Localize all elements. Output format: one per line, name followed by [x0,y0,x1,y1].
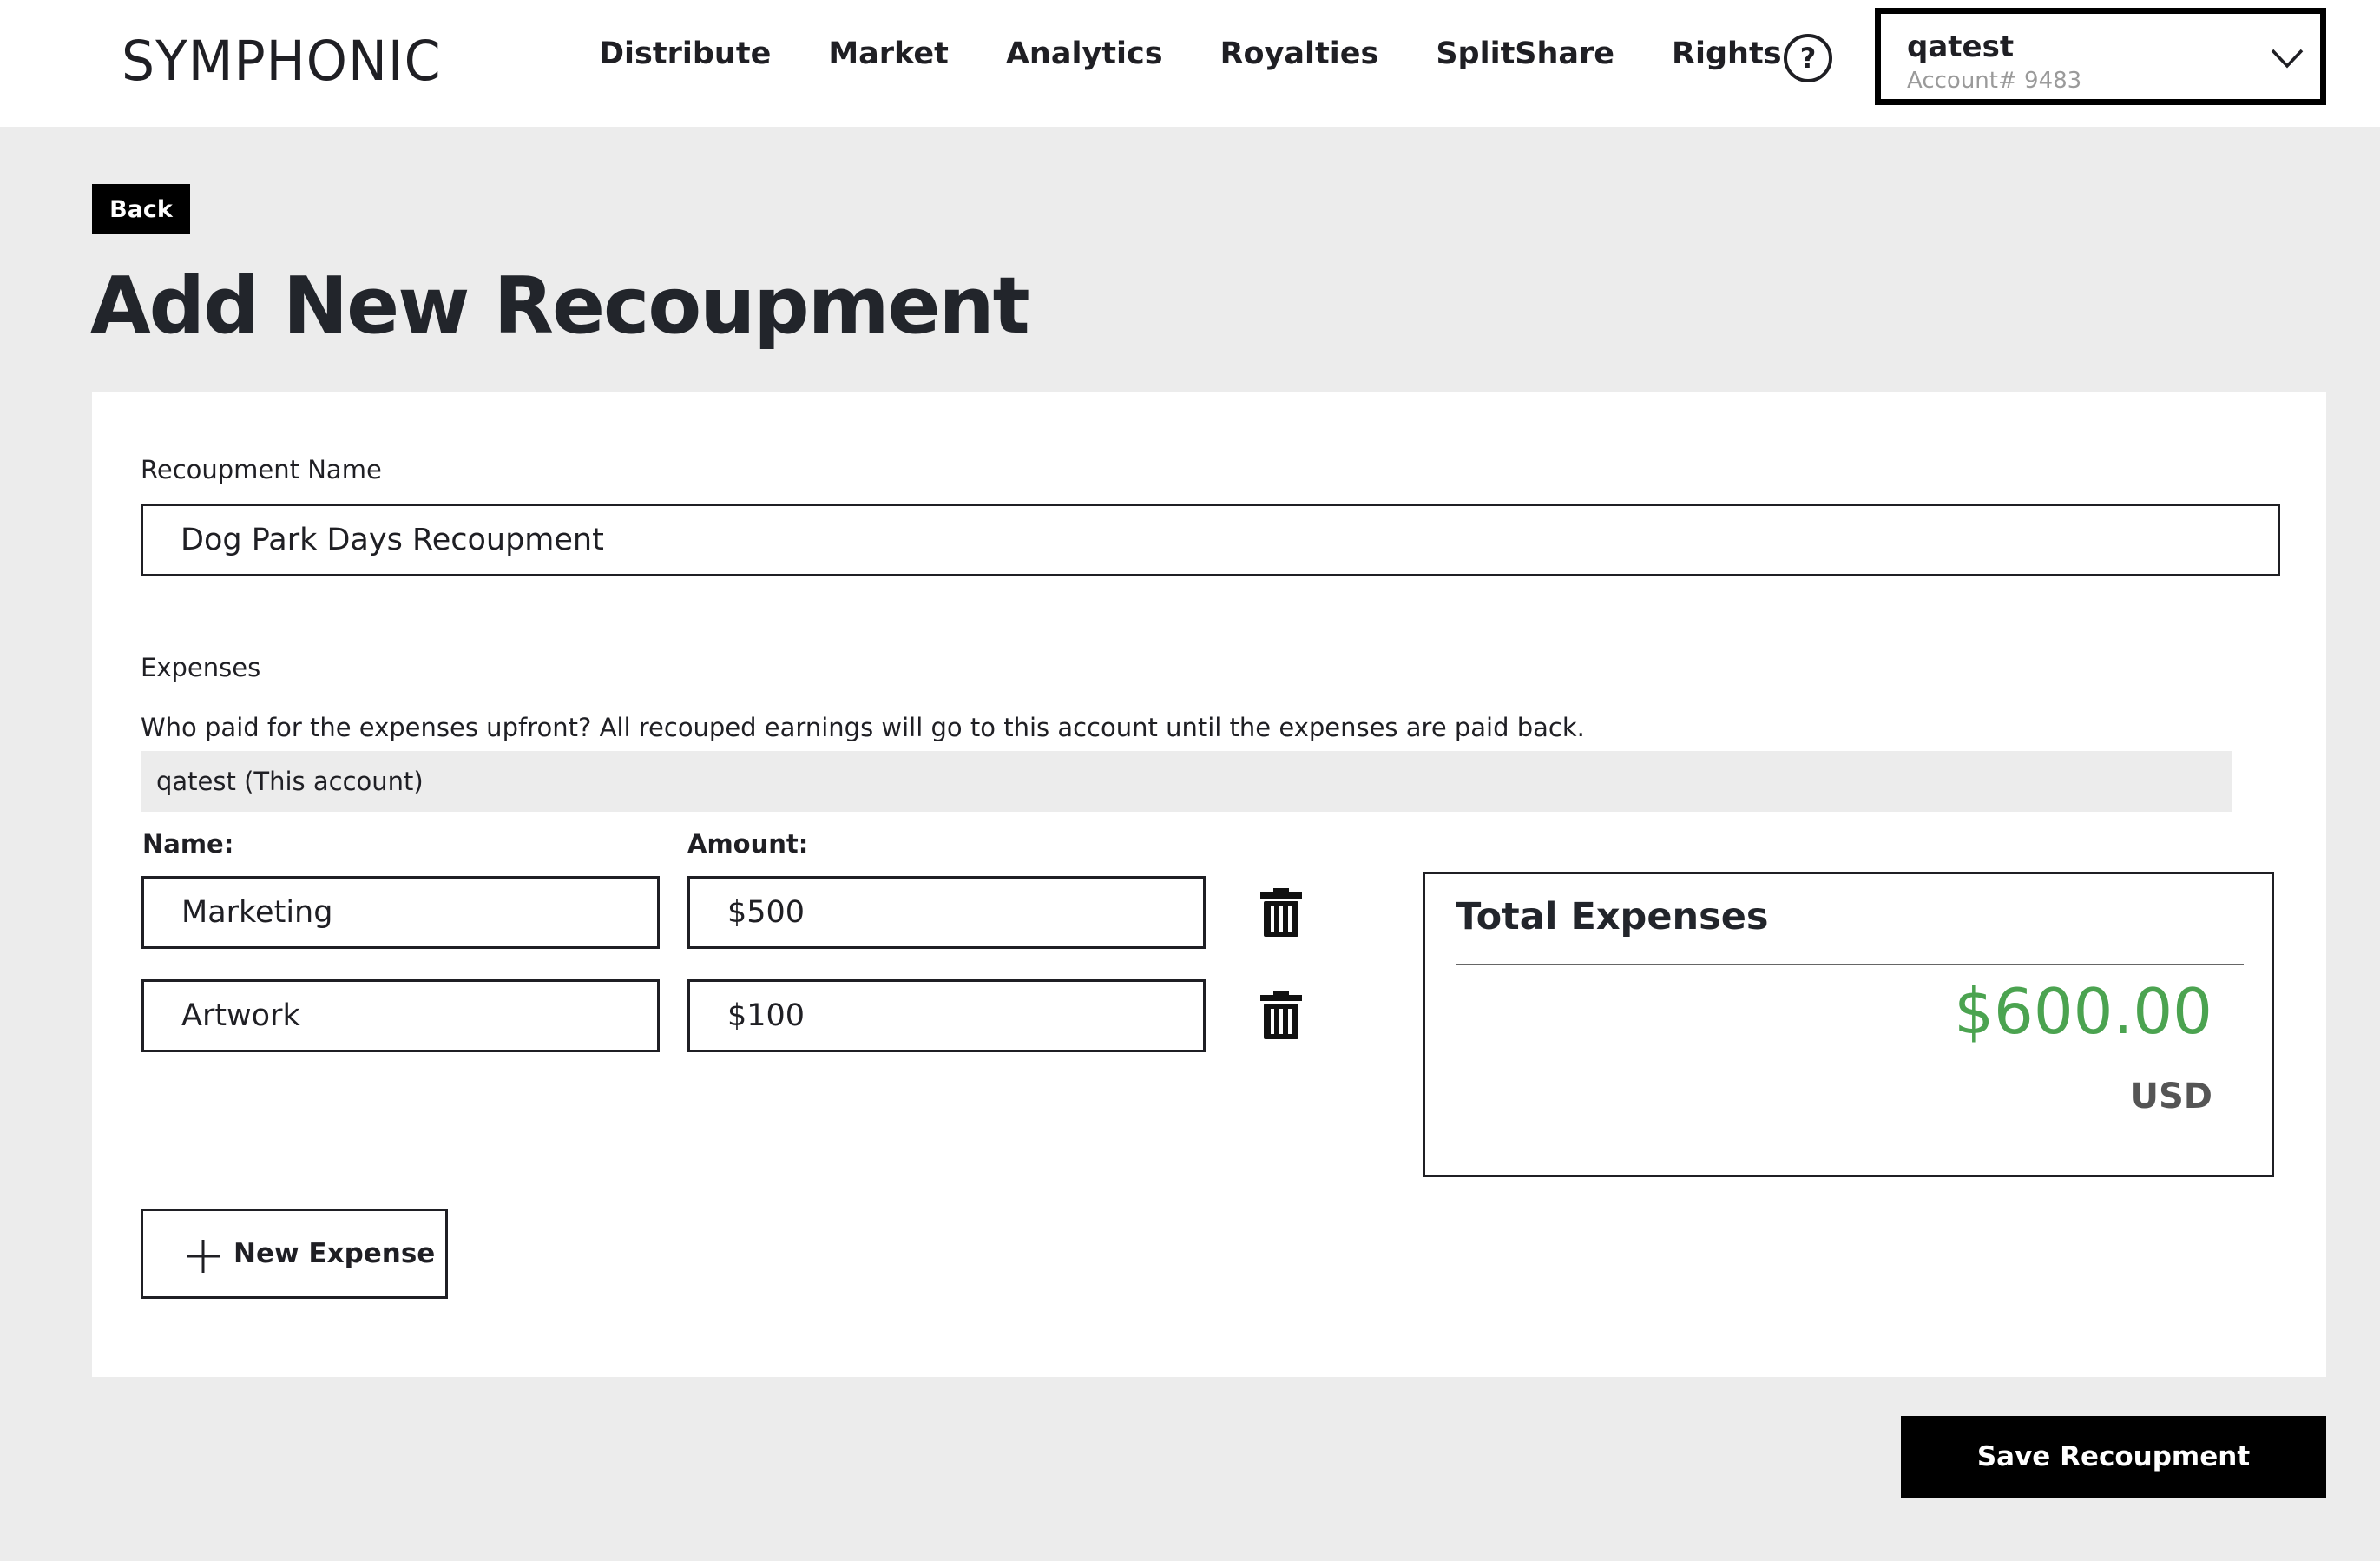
new-expense-button[interactable]: New Expense [141,1209,448,1299]
save-recoupment-button[interactable]: Save Recoupment [1901,1416,2326,1498]
page-title: Add New Recoupment [90,260,1030,352]
total-expenses-title: Total Expenses [1456,895,1769,939]
help-icon[interactable]: ? [1784,34,1832,82]
new-expense-label: New Expense [233,1238,436,1269]
expense-name-input[interactable]: Marketing [141,876,660,949]
nav-royalties[interactable]: Royalties [1220,36,1379,71]
expense-amount-input[interactable]: $500 [687,876,1206,949]
trash-icon[interactable] [1259,991,1303,1039]
expenses-label: Expenses [141,653,261,682]
nav-distribute[interactable]: Distribute [599,36,771,71]
chevron-down-icon [2271,49,2304,69]
recoupment-name-label: Recoupment Name [141,455,382,484]
payer-select[interactable]: qatest (This account) [141,751,2232,812]
expense-amount-input[interactable]: $100 [687,979,1206,1052]
top-navigation-bar: SYMPHONIC Distribute Market Analytics Ro… [0,0,2380,127]
plus-icon [187,1240,220,1273]
account-name: qatest [1907,30,2015,64]
payer-question: Who paid for the expenses upfront? All r… [141,713,1585,742]
recoupment-form-card: Recoupment Name Dog Park Days Recoupment… [92,392,2326,1377]
main-nav: Distribute Market Analytics Royalties Sp… [599,36,1839,71]
account-switcher[interactable]: qatest Account# 9483 [1875,8,2326,105]
total-expenses-currency: USD [2130,1077,2213,1116]
symphonic-logo[interactable]: SYMPHONIC [122,30,442,94]
nav-market[interactable]: Market [828,36,949,71]
total-expenses-panel: Total Expenses $600.00 USD [1423,872,2274,1177]
trash-icon[interactable] [1259,888,1303,937]
divider [1456,964,2244,965]
expense-amount-column-header: Amount: [687,829,809,859]
nav-rights[interactable]: Rights [1672,36,1781,71]
recoupment-name-input[interactable]: Dog Park Days Recoupment [141,504,2280,576]
back-button[interactable]: Back [92,184,190,234]
expense-name-input[interactable]: Artwork [141,979,660,1052]
total-expenses-amount: $600.00 [1954,975,2212,1048]
expense-name-column-header: Name: [142,829,234,859]
account-number: Account# 9483 [1907,68,2082,94]
nav-splitshare[interactable]: SplitShare [1436,36,1614,71]
nav-analytics[interactable]: Analytics [1006,36,1163,71]
